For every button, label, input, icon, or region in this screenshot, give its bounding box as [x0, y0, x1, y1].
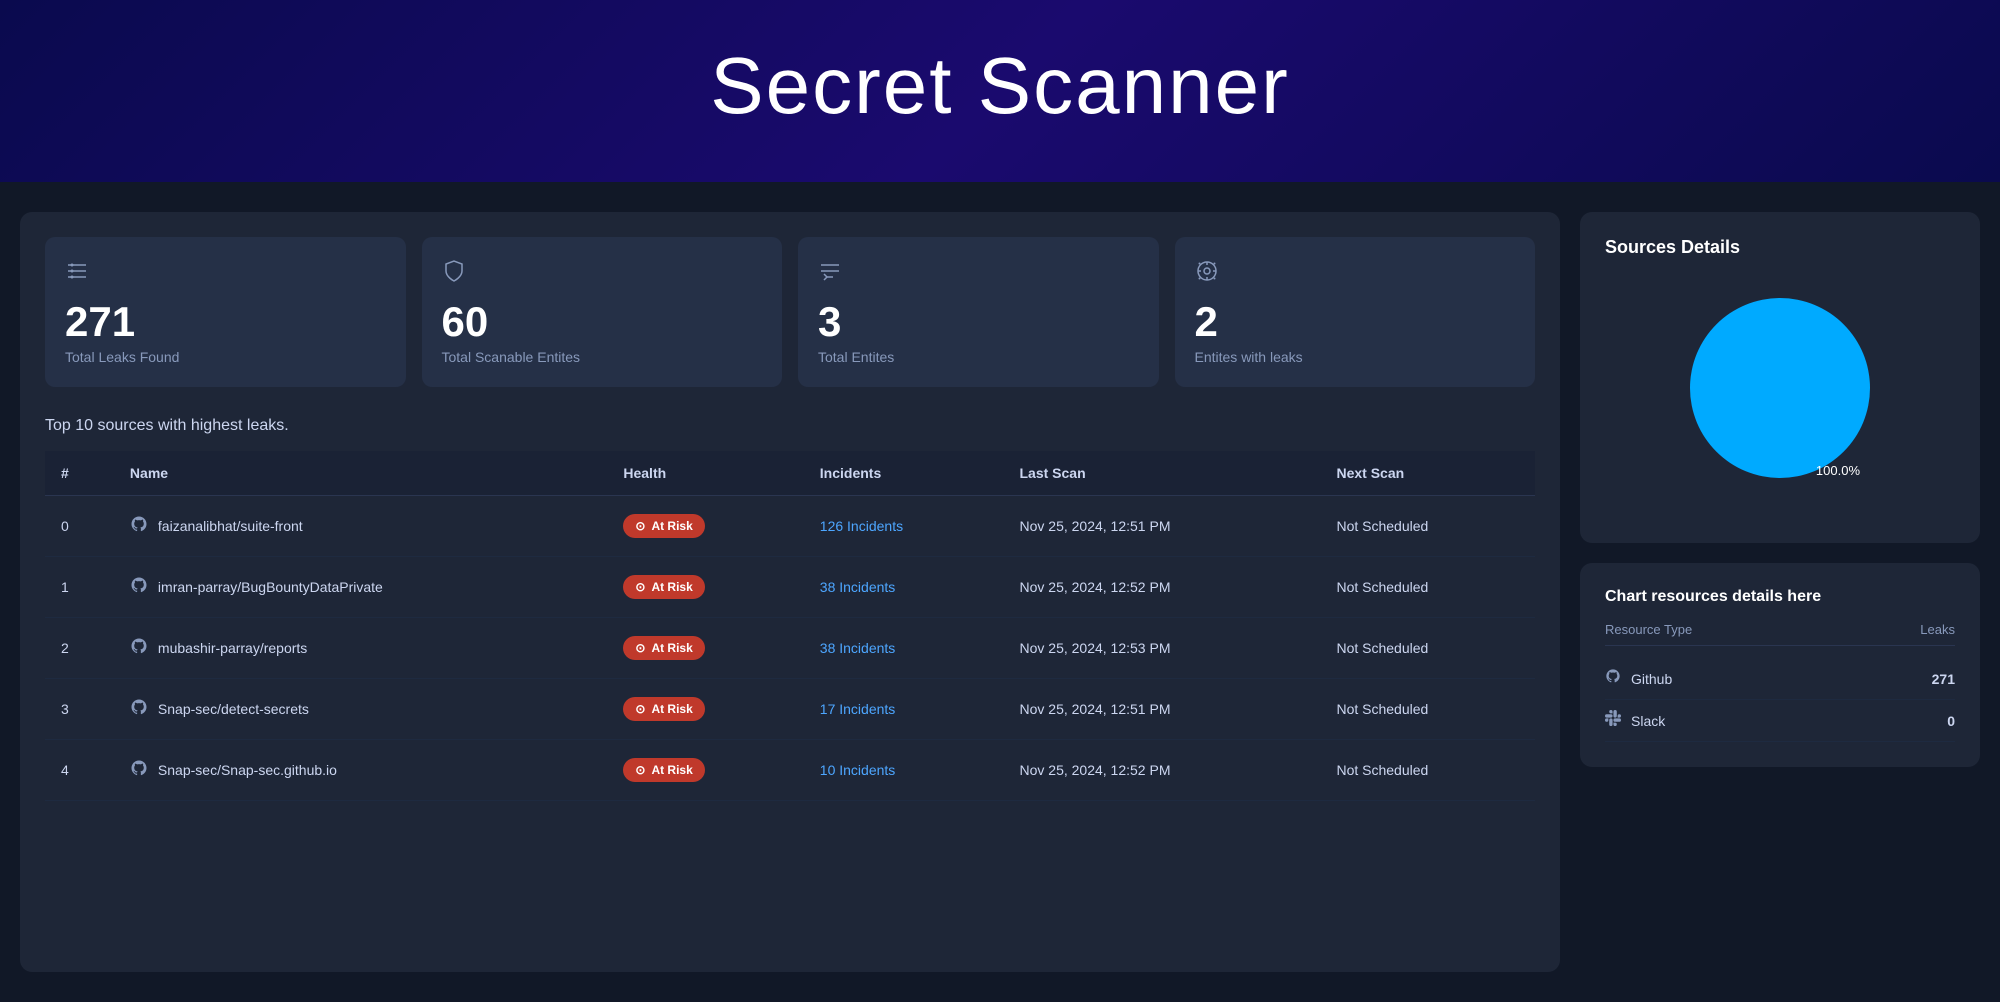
- resource-leaks-count: 271: [1932, 671, 1955, 687]
- resource-header-type: Resource Type: [1605, 622, 1692, 637]
- stat-label-leaky-entities: Entites with leaks: [1195, 349, 1516, 365]
- cell-index: 4: [45, 740, 114, 801]
- page-title: Secret Scanner: [0, 40, 2000, 132]
- table-row: 1 imran-parray/BugBountyDataPrivate ⊙ At…: [45, 557, 1535, 618]
- leaks-icon: [65, 259, 386, 289]
- github-repo-icon: [130, 576, 148, 599]
- leaky-entities-icon: [1195, 259, 1516, 289]
- resource-leaks-count: 0: [1947, 713, 1955, 729]
- resource-name: Github: [1605, 668, 1672, 689]
- cell-health: ⊙ At Risk: [607, 557, 803, 618]
- stat-card-leaks: 271 Total Leaks Found: [45, 237, 406, 387]
- table-section-title: Top 10 sources with highest leaks.: [45, 417, 1535, 435]
- resource-label: Slack: [1631, 713, 1665, 729]
- stat-card-entities: 3 Total Entites: [798, 237, 1159, 387]
- stat-number-entities: 3: [818, 301, 1139, 343]
- cell-last-scan: Nov 25, 2024, 12:51 PM: [1004, 496, 1321, 557]
- sources-title: Sources Details: [1605, 237, 1955, 258]
- col-header-next-scan: Next Scan: [1320, 451, 1535, 496]
- sources-card: Sources Details 100.0%: [1580, 212, 1980, 543]
- stat-number-leaky-entities: 2: [1195, 301, 1516, 343]
- cell-next-scan: Not Scheduled: [1320, 496, 1535, 557]
- cell-name: Snap-sec/Snap-sec.github.io: [114, 740, 607, 801]
- chart-details-title: Chart resources details here: [1605, 588, 1955, 606]
- cell-name: mubashir-parray/reports: [114, 618, 607, 679]
- cell-name: faizanalibhat/suite-front: [114, 496, 607, 557]
- cell-index: 0: [45, 496, 114, 557]
- col-header-incidents: Incidents: [804, 451, 1004, 496]
- scanable-icon: [442, 259, 763, 289]
- cell-last-scan: Nov 25, 2024, 12:51 PM: [1004, 679, 1321, 740]
- cell-health: ⊙ At Risk: [607, 679, 803, 740]
- cell-incidents: 126 Incidents: [804, 496, 1004, 557]
- stat-number-leaks: 271: [65, 301, 386, 343]
- resource-table-header: Resource Type Leaks: [1605, 622, 1955, 646]
- stat-number-scanable: 60: [442, 301, 763, 343]
- resource-label: Github: [1631, 671, 1672, 687]
- cell-incidents: 10 Incidents: [804, 740, 1004, 801]
- leaks-table: # Name Health Incidents Last Scan Next S…: [45, 451, 1535, 801]
- cell-health: ⊙ At Risk: [607, 740, 803, 801]
- resource-name: Slack: [1605, 710, 1665, 731]
- cell-incidents: 17 Incidents: [804, 679, 1004, 740]
- cell-index: 1: [45, 557, 114, 618]
- cell-name: Snap-sec/detect-secrets: [114, 679, 607, 740]
- cell-health: ⊙ At Risk: [607, 618, 803, 679]
- table-row: 2 mubashir-parray/reports ⊙ At Risk 38: [45, 618, 1535, 679]
- resource-header-leaks: Leaks: [1920, 622, 1955, 637]
- entities-icon: [818, 259, 1139, 289]
- stat-label-entities: Total Entites: [818, 349, 1139, 365]
- github-icon: [1605, 668, 1621, 689]
- stat-label-leaks: Total Leaks Found: [65, 349, 386, 365]
- cell-health: ⊙ At Risk: [607, 496, 803, 557]
- main-content: 271 Total Leaks Found 60 Total Scanable …: [0, 182, 2000, 1002]
- pie-chart-container: 100.0%: [1605, 278, 1955, 498]
- left-panel: 271 Total Leaks Found 60 Total Scanable …: [20, 212, 1560, 972]
- col-header-last-scan: Last Scan: [1004, 451, 1321, 496]
- cell-name: imran-parray/BugBountyDataPrivate: [114, 557, 607, 618]
- cell-incidents: 38 Incidents: [804, 618, 1004, 679]
- slack-icon: [1605, 710, 1621, 731]
- pie-label: 100.0%: [1816, 463, 1860, 478]
- stats-row: 271 Total Leaks Found 60 Total Scanable …: [45, 237, 1535, 387]
- table-row: 0 faizanalibhat/suite-front ⊙ At Risk: [45, 496, 1535, 557]
- stat-card-scanable: 60 Total Scanable Entites: [422, 237, 783, 387]
- cell-last-scan: Nov 25, 2024, 12:53 PM: [1004, 618, 1321, 679]
- cell-next-scan: Not Scheduled: [1320, 557, 1535, 618]
- chart-details-card: Chart resources details here Resource Ty…: [1580, 563, 1980, 767]
- cell-index: 2: [45, 618, 114, 679]
- resource-row: Slack 0: [1605, 700, 1955, 742]
- col-header-name: Name: [114, 451, 607, 496]
- github-repo-icon: [130, 637, 148, 660]
- cell-next-scan: Not Scheduled: [1320, 679, 1535, 740]
- github-repo-icon: [130, 698, 148, 721]
- col-header-index: #: [45, 451, 114, 496]
- stat-label-scanable: Total Scanable Entites: [442, 349, 763, 365]
- table-row: 4 Snap-sec/Snap-sec.github.io ⊙ At Risk: [45, 740, 1535, 801]
- resource-row: Github 271: [1605, 658, 1955, 700]
- github-repo-icon: [130, 515, 148, 538]
- col-header-health: Health: [607, 451, 803, 496]
- cell-last-scan: Nov 25, 2024, 12:52 PM: [1004, 740, 1321, 801]
- cell-incidents: 38 Incidents: [804, 557, 1004, 618]
- cell-last-scan: Nov 25, 2024, 12:52 PM: [1004, 557, 1321, 618]
- stat-card-leaky-entities: 2 Entites with leaks: [1175, 237, 1536, 387]
- table-row: 3 Snap-sec/detect-secrets ⊙ At Risk 17: [45, 679, 1535, 740]
- cell-next-scan: Not Scheduled: [1320, 740, 1535, 801]
- cell-next-scan: Not Scheduled: [1320, 618, 1535, 679]
- right-panel: Sources Details 100.0% Chart resources d…: [1580, 212, 1980, 972]
- resource-list: Github 271 Slack 0: [1605, 658, 1955, 742]
- table-header-row: # Name Health Incidents Last Scan Next S…: [45, 451, 1535, 496]
- pie-chart: 100.0%: [1670, 278, 1890, 498]
- page-header: Secret Scanner: [0, 0, 2000, 182]
- github-repo-icon: [130, 759, 148, 782]
- cell-index: 3: [45, 679, 114, 740]
